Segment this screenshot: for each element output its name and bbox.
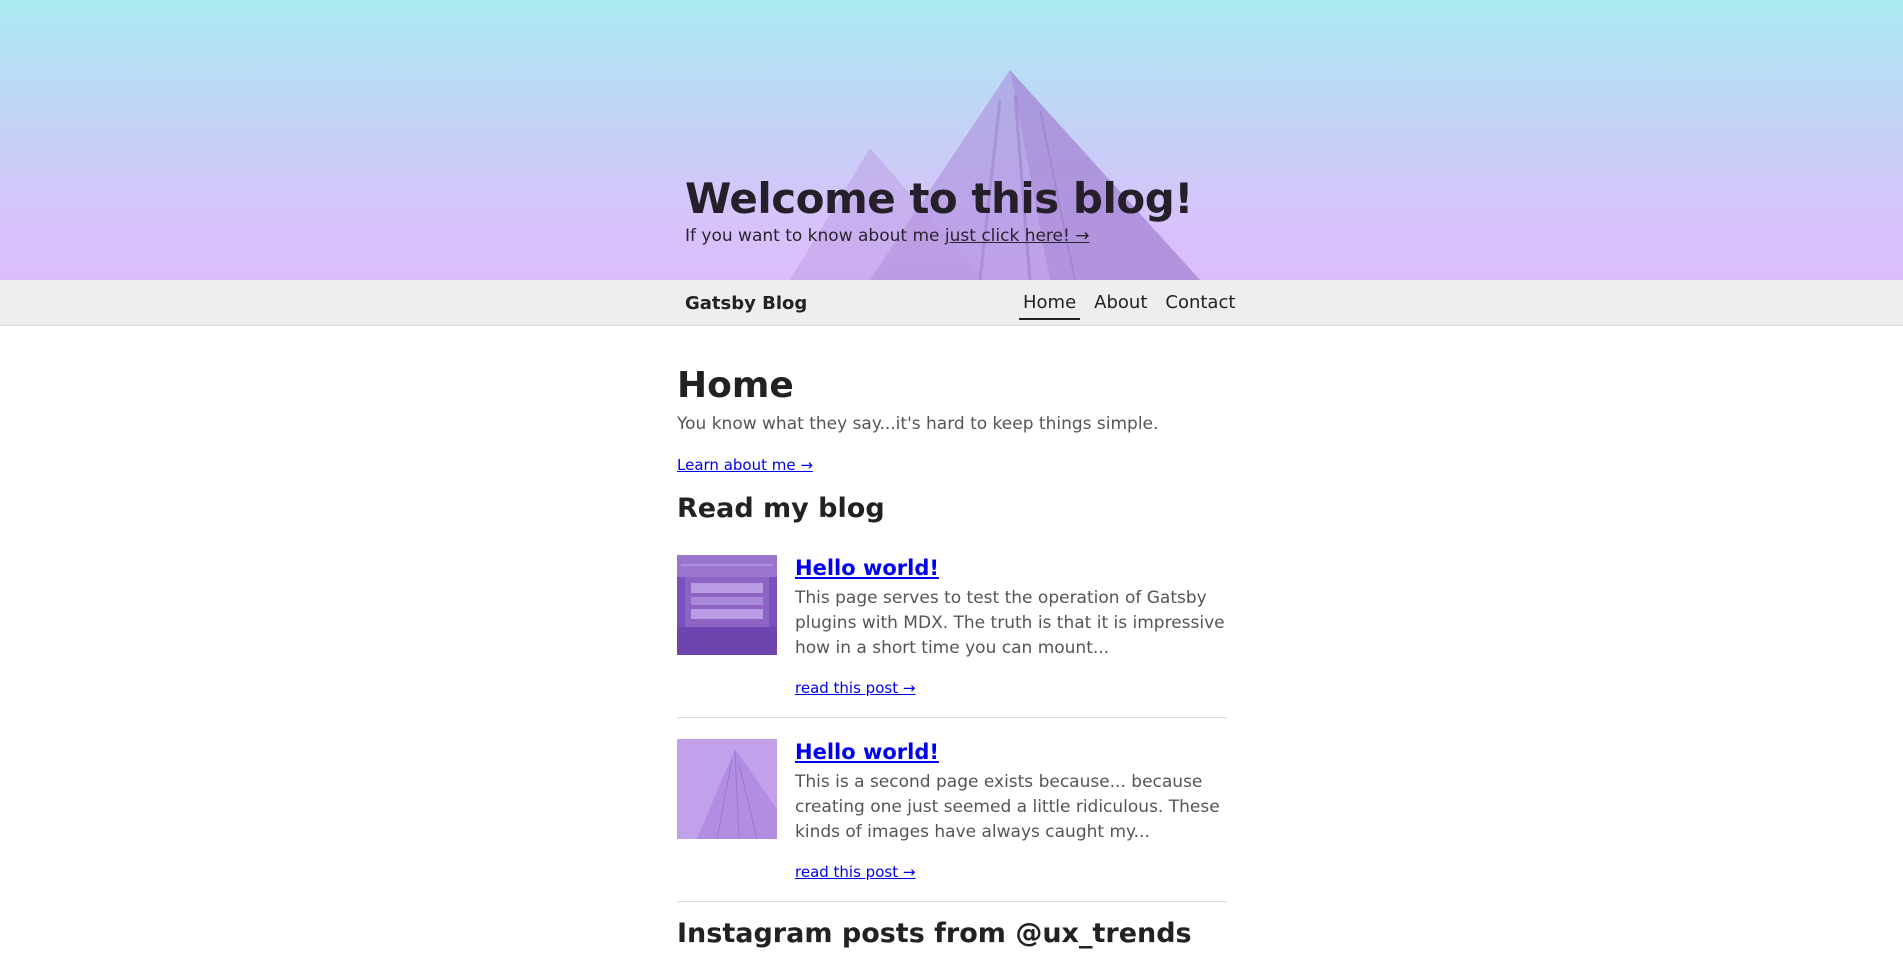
hero-title: Welcome to this blog! <box>685 174 1193 223</box>
hero-subtitle: If you want to know about me just click … <box>685 226 1193 246</box>
post-thumbnail[interactable] <box>677 555 777 655</box>
nav-contact[interactable]: Contact <box>1161 280 1239 320</box>
main-content: Home You know what they say...it's hard … <box>677 326 1227 951</box>
building-image <box>677 739 777 839</box>
hero-subtitle-text: If you want to know about me <box>685 226 945 246</box>
theater-marquee-image <box>677 555 777 655</box>
about-link[interactable]: just click here! → <box>945 226 1090 246</box>
post-title-link[interactable]: Hello world! <box>795 740 939 764</box>
learn-about-link[interactable]: Learn about me → <box>677 456 813 474</box>
post-thumbnail[interactable] <box>677 739 777 839</box>
read-post-link[interactable]: read this post → <box>795 679 915 697</box>
intro-text: You know what they say...it's hard to ke… <box>677 414 1159 434</box>
post-excerpt: This page serves to test the operation o… <box>795 588 1225 658</box>
nav-home[interactable]: Home <box>1019 280 1081 320</box>
post-body: Hello world! This page serves to test th… <box>795 555 1227 697</box>
post-excerpt: This is a second page exists because... … <box>795 772 1220 842</box>
hero-banner: Welcome to this blog! If you want to kno… <box>0 0 1903 280</box>
instagram-heading: Instagram posts from @ux_trends <box>677 918 1192 949</box>
blog-post-card: Hello world! This page serves to test th… <box>677 526 1227 718</box>
main-navbar: Gatsby Blog Home About Contact <box>0 280 1903 326</box>
nav-links: Home About Contact <box>1019 280 1249 326</box>
post-title-link[interactable]: Hello world! <box>795 556 939 580</box>
site-brand[interactable]: Gatsby Blog <box>685 293 807 314</box>
blog-post-card: Hello world! This is a second page exist… <box>677 718 1227 902</box>
read-post-link[interactable]: read this post → <box>795 863 915 881</box>
page-title: Home <box>677 365 794 406</box>
nav-about[interactable]: About <box>1090 280 1151 320</box>
post-body: Hello world! This is a second page exist… <box>795 739 1227 881</box>
hero-text: Welcome to this blog! If you want to kno… <box>685 174 1193 246</box>
blog-heading: Read my blog <box>677 493 885 524</box>
